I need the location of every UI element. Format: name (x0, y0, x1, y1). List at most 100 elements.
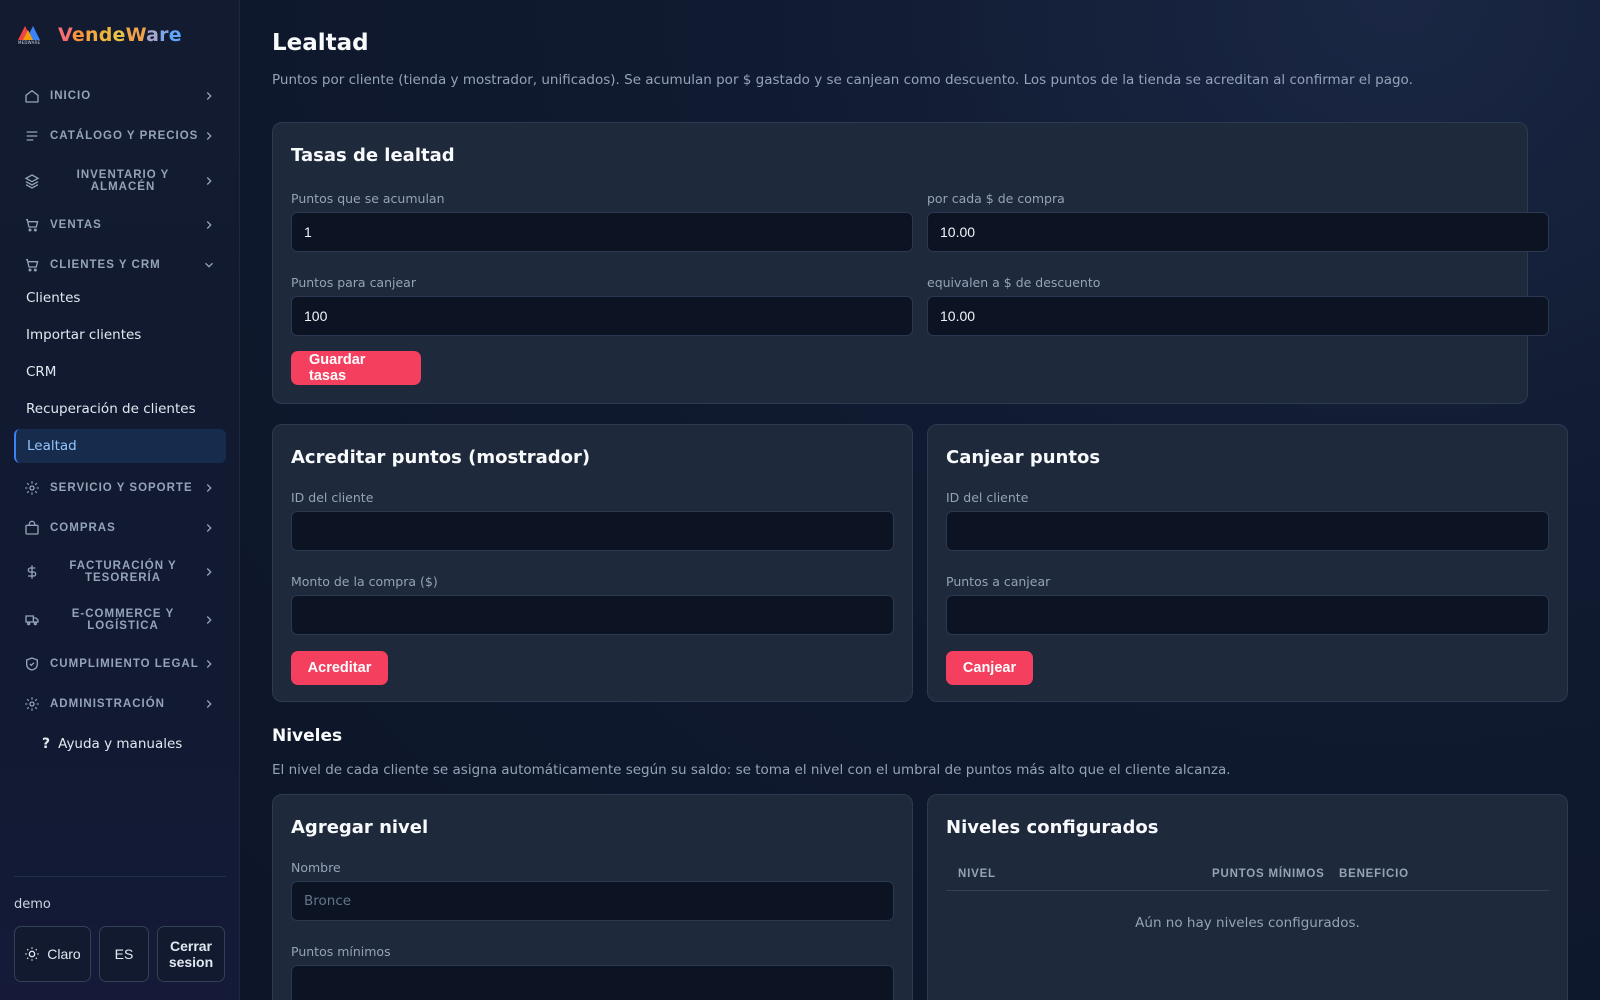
brand-letter: a (146, 24, 160, 46)
level-min-points-input[interactable] (291, 965, 894, 1000)
sidebar-section-label: COMPRAS (50, 522, 116, 534)
brand-letter: V (58, 24, 72, 46)
redeem-button[interactable]: Canjear (946, 651, 1033, 685)
brand-letter: e (168, 24, 182, 46)
brand-letter: W (125, 24, 147, 46)
cart-icon (24, 217, 40, 233)
chevron-right-icon (202, 565, 216, 579)
add-level-card: Agregar nivel Nombre Bronce Puntos mínim… (272, 794, 913, 1000)
credit-amount-input[interactable] (291, 595, 894, 635)
sidebar-section-clientes[interactable]: CLIENTES Y CRM (14, 245, 226, 285)
credit-amount-label: Monto de la compra ($) (291, 574, 438, 589)
credit-customer-id-input[interactable] (291, 511, 894, 551)
add-level-title: Agregar nivel (291, 817, 429, 838)
empty-levels-message: Aún no hay niveles configurados. (1135, 915, 1360, 931)
levels-description: El nivel de cada cliente se asigna autom… (272, 762, 1231, 778)
brand-letter: r (159, 24, 169, 46)
column-header-nivel: NIVEL (958, 868, 996, 880)
chevron-right-icon (202, 697, 216, 711)
per-amount-label: por cada $ de compra (927, 191, 1065, 206)
redeem-card: Canjear puntos ID del cliente Puntos a c… (927, 424, 1568, 702)
theme-label: Claro (47, 946, 81, 962)
redeem-points-input[interactable] (946, 595, 1549, 635)
sidebar-section-ecommerce[interactable]: E-COMMERCE Y LOGÍSTICA (14, 600, 226, 640)
sidebar-item-crm[interactable]: CRM (14, 355, 226, 389)
credit-card: Acreditar puntos (mostrador) ID del clie… (272, 424, 913, 702)
brand-name: VendeWare (58, 24, 182, 46)
sidebar-section-servicio[interactable]: SERVICIO Y SOPORTE (14, 468, 226, 508)
sidebar-divider (14, 876, 226, 877)
sidebar-item-clientes[interactable]: Clientes (14, 281, 226, 315)
chevron-right-icon (202, 218, 216, 232)
sidebar-item-importar-clientes[interactable]: Importar clientes (14, 318, 226, 352)
sidebar-section-administracion[interactable]: ADMINISTRACIÓN (14, 684, 226, 724)
sidebar-section-label: CLIENTES Y CRM (50, 259, 161, 271)
per-amount-input[interactable]: 10.00 (927, 212, 1549, 252)
page-description: Puntos por cliente (tienda y mostrador, … (272, 72, 1413, 88)
sidebar-section-catalogo[interactable]: CATÁLOGO Y PRECIOS (14, 116, 226, 156)
question-icon: ? (42, 736, 51, 752)
brand-letter: n (84, 24, 99, 46)
label-line: Cerrar (169, 938, 212, 954)
label-line: TESORERÍA (84, 572, 162, 584)
table-header-divider (946, 890, 1549, 891)
redeem-title: Canjear puntos (946, 447, 1101, 468)
column-header-beneficio: BENEFICIO (1339, 868, 1409, 880)
credit-button[interactable]: Acreditar (291, 651, 388, 685)
credit-title: Acreditar puntos (mostrador) (291, 447, 591, 468)
chevron-right-icon (202, 174, 216, 188)
home-icon (24, 88, 40, 104)
sidebar-section-ventas[interactable]: VENTAS (14, 205, 226, 245)
help-link[interactable]: ? Ayuda y manuales (42, 736, 182, 752)
redeem-customer-id-input[interactable] (946, 511, 1549, 551)
rates-title: Tasas de lealtad (291, 145, 455, 166)
bag-icon (24, 520, 40, 536)
language-button[interactable]: ES (99, 926, 149, 982)
sidebar-item-recuperacion[interactable]: Recuperación de clientes (14, 392, 226, 426)
chevron-right-icon (202, 521, 216, 535)
label-line: E-COMMERCE Y (71, 608, 175, 620)
sidebar-section-label: VENTAS (50, 219, 102, 231)
brand-letter: e (71, 24, 85, 46)
earn-points-label: Puntos que se acumulan (291, 191, 445, 206)
levels-title: Niveles (272, 726, 343, 746)
brand-logo-icon: MEDWARE (18, 24, 44, 46)
sidebar-section-label: FACTURACIÓN Y TESORERÍA (50, 560, 202, 584)
sidebar-section-inicio[interactable]: INICIO (14, 76, 226, 116)
theme-toggle-button[interactable]: Claro (14, 926, 91, 982)
discount-input[interactable]: 10.00 (927, 296, 1549, 336)
sidebar-section-facturacion[interactable]: FACTURACIÓN Y TESORERÍA (14, 552, 226, 592)
credit-customer-id-label: ID del cliente (291, 490, 374, 505)
sidebar-section-inventario[interactable]: INVENTARIO Y ALMACÉN (14, 161, 226, 201)
sidebar-section-label: E-COMMERCE Y LOGÍSTICA (50, 608, 202, 632)
chevron-right-icon (202, 129, 216, 143)
label-line: INVENTARIO Y (76, 169, 170, 181)
sun-icon (25, 947, 39, 961)
shield-icon (24, 656, 40, 672)
sidebar-section-compras[interactable]: COMPRAS (14, 508, 226, 548)
gear-icon (24, 480, 40, 496)
chevron-down-icon (202, 258, 216, 272)
brand-letter: d (98, 24, 113, 46)
sidebar-item-lealtad[interactable]: Lealtad (14, 429, 226, 463)
redeem-points-input[interactable]: 100 (291, 296, 913, 336)
brand[interactable]: MEDWARE VendeWare (18, 24, 182, 46)
sidebar-section-label: INICIO (50, 90, 92, 102)
sidebar-section-cumplimiento[interactable]: CUMPLIMIENTO LEGAL (14, 644, 226, 684)
language-label: ES (114, 946, 134, 962)
logout-label: Cerrar sesion (169, 938, 213, 970)
level-name-label: Nombre (291, 860, 341, 875)
configured-levels-card: Niveles configurados Aún no hay niveles … (927, 794, 1568, 1000)
earn-points-input[interactable]: 1 (291, 212, 913, 252)
sidebar: MEDWARE VendeWare INICIO CATÁLOGO Y PREC… (0, 0, 240, 1000)
cart-icon (24, 257, 40, 273)
configured-levels-title: Niveles configurados (946, 817, 1159, 838)
level-name-input[interactable]: Bronce (291, 881, 894, 921)
page-title: Lealtad (272, 30, 369, 56)
level-min-points-label: Puntos mínimos (291, 944, 391, 959)
sidebar-section-label: CATÁLOGO Y PRECIOS (50, 130, 199, 142)
save-rates-button[interactable]: Guardar tasas (291, 351, 421, 385)
logout-button[interactable]: Cerrar sesion (157, 926, 225, 982)
sidebar-section-label: SERVICIO Y SOPORTE (50, 482, 193, 494)
label-line: FACTURACIÓN Y (69, 560, 177, 572)
